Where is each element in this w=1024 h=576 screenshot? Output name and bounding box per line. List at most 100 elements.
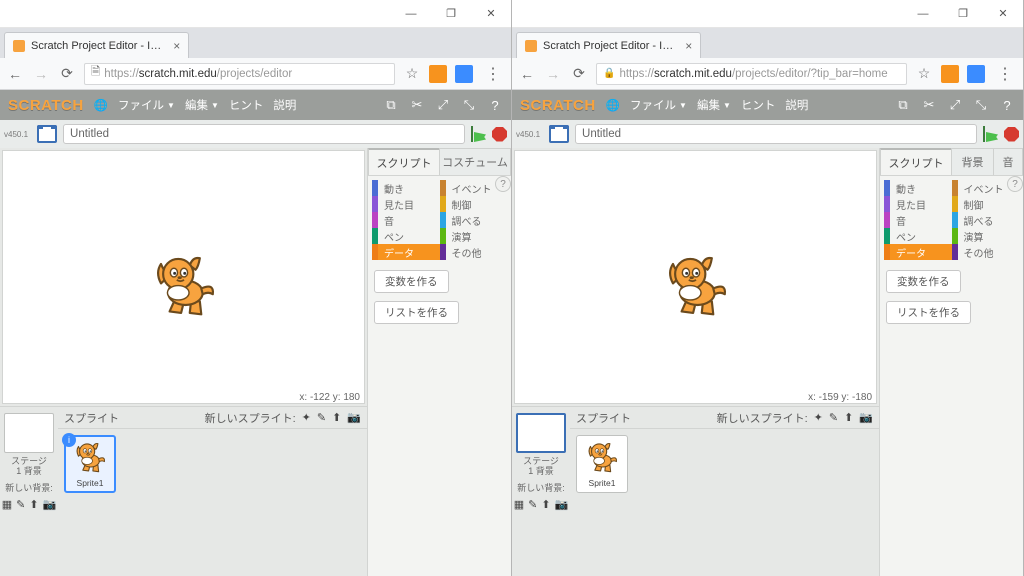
project-title-input[interactable]: Untitled (63, 124, 465, 144)
choose-backdrop-icon[interactable]: ▦ (2, 498, 12, 511)
upload-sprite-icon[interactable]: ⬆ (844, 411, 853, 424)
language-globe-icon[interactable]: 🌐 (606, 98, 620, 112)
cat-operators[interactable]: 演算 (952, 228, 1020, 244)
make-variable-button[interactable]: 変数を作る (886, 270, 961, 293)
stamp-tool-icon[interactable]: ⧉ (895, 97, 911, 113)
shrink-tool-icon[interactable]: ⤡ (973, 97, 989, 113)
bookmark-star-icon[interactable]: ☆ (403, 65, 421, 83)
extension-icon[interactable] (941, 65, 959, 83)
cat-operators[interactable]: 演算 (440, 228, 508, 244)
cat-data[interactable]: データ (372, 244, 440, 260)
shrink-tool-icon[interactable]: ⤡ (461, 97, 477, 113)
cat-data[interactable]: データ (884, 244, 952, 260)
chrome-menu-icon[interactable]: ⋮ (481, 64, 505, 84)
tab-close-icon[interactable]: × (173, 39, 180, 53)
camera-sprite-icon[interactable]: 📷 (347, 411, 361, 424)
camera-backdrop-icon[interactable]: 📷 (43, 498, 57, 511)
cat-sound[interactable]: 音 (372, 212, 440, 228)
block-help-icon[interactable]: ? (1007, 176, 1023, 192)
sprite-info-icon[interactable]: i (62, 433, 76, 447)
bookmark-star-icon[interactable]: ☆ (915, 65, 933, 83)
reload-icon[interactable]: ⟳ (570, 65, 588, 83)
tab-sounds[interactable]: 音 (993, 148, 1023, 175)
cat-more[interactable]: その他 (952, 244, 1020, 260)
extension-icon[interactable] (455, 65, 473, 83)
upload-backdrop-icon[interactable]: ⬆ (541, 498, 550, 511)
back-icon[interactable]: ← (518, 65, 536, 83)
make-list-button[interactable]: リストを作る (374, 301, 459, 324)
stage-thumbnail-selected[interactable] (516, 413, 566, 453)
paint-sprite-icon[interactable]: ✎ (829, 411, 838, 424)
menu-hint[interactable]: ヒント (229, 97, 264, 113)
tab-scripts[interactable]: スクリプト (880, 148, 951, 175)
address-bar[interactable]: 🔒 https://scratch.mit.edu/projects/edito… (596, 63, 907, 85)
os-close-button[interactable]: ✕ (983, 0, 1023, 28)
camera-backdrop-icon[interactable]: 📷 (555, 498, 569, 511)
menu-edit[interactable]: 編集▼ (697, 97, 731, 113)
fullscreen-icon[interactable] (549, 125, 569, 143)
make-list-button[interactable]: リストを作る (886, 301, 971, 324)
browser-tab[interactable]: Scratch Project Editor - I… × (4, 32, 189, 58)
menu-about[interactable]: 説明 (785, 97, 808, 113)
os-maximize-button[interactable]: ❐ (431, 0, 471, 28)
sprite-on-stage[interactable] (148, 251, 220, 323)
tab-backdrops[interactable]: 背景 (951, 148, 993, 175)
paint-backdrop-icon[interactable]: ✎ (528, 498, 537, 511)
scratch-logo[interactable]: SCRATCH (8, 97, 84, 114)
camera-sprite-icon[interactable]: 📷 (859, 411, 873, 424)
choose-sprite-icon[interactable]: ✦ (814, 411, 823, 424)
paint-sprite-icon[interactable]: ✎ (317, 411, 326, 424)
scissors-tool-icon[interactable]: ✂ (921, 97, 937, 113)
grow-tool-icon[interactable]: ⤢ (435, 97, 451, 113)
make-variable-button[interactable]: 変数を作る (374, 270, 449, 293)
block-help-icon[interactable]: ? (495, 176, 511, 192)
cat-control[interactable]: 制御 (952, 196, 1020, 212)
stop-sign-icon[interactable] (492, 127, 507, 142)
cat-sound[interactable]: 音 (884, 212, 952, 228)
sprite-thumbnail[interactable]: Sprite1 (576, 435, 628, 493)
stage-thumbnail[interactable] (4, 413, 54, 453)
scissors-tool-icon[interactable]: ✂ (409, 97, 425, 113)
tab-costumes[interactable]: コスチューム (439, 148, 511, 175)
os-minimize-button[interactable]: — (391, 0, 431, 28)
upload-backdrop-icon[interactable]: ⬆ (29, 498, 38, 511)
choose-sprite-icon[interactable]: ✦ (302, 411, 311, 424)
cat-motion[interactable]: 動き (372, 180, 440, 196)
green-flag-icon[interactable] (983, 126, 998, 142)
grow-tool-icon[interactable]: ⤢ (947, 97, 963, 113)
stop-sign-icon[interactable] (1004, 127, 1019, 142)
stage[interactable]: x: -159 y: -180 (514, 150, 877, 404)
tab-scripts[interactable]: スクリプト (368, 148, 439, 175)
extension-icon[interactable] (429, 65, 447, 83)
cat-control[interactable]: 制御 (440, 196, 508, 212)
sprite-thumbnail-selected[interactable]: i Sprite1 (64, 435, 116, 493)
help-tool-icon[interactable]: ? (999, 97, 1015, 113)
menu-hint[interactable]: ヒント (741, 97, 776, 113)
extension-icon[interactable] (967, 65, 985, 83)
menu-about[interactable]: 説明 (273, 97, 296, 113)
green-flag-icon[interactable] (471, 126, 486, 142)
menu-file[interactable]: ファイル▼ (630, 97, 687, 113)
paint-backdrop-icon[interactable]: ✎ (16, 498, 25, 511)
cat-sensing[interactable]: 調べる (952, 212, 1020, 228)
sprite-on-stage[interactable] (660, 251, 732, 323)
reload-icon[interactable]: ⟳ (58, 65, 76, 83)
stage[interactable]: x: -122 y: 180 (2, 150, 365, 404)
back-icon[interactable]: ← (6, 65, 24, 83)
address-bar[interactable]: 🗎 https://scratch.mit.edu/projects/edito… (84, 63, 395, 85)
tab-close-icon[interactable]: × (685, 39, 692, 53)
choose-backdrop-icon[interactable]: ▦ (514, 498, 524, 511)
cat-sensing[interactable]: 調べる (440, 212, 508, 228)
upload-sprite-icon[interactable]: ⬆ (332, 411, 341, 424)
menu-file[interactable]: ファイル▼ (118, 97, 175, 113)
cat-pen[interactable]: ペン (884, 228, 952, 244)
scratch-logo[interactable]: SCRATCH (520, 97, 596, 114)
cat-motion[interactable]: 動き (884, 180, 952, 196)
os-minimize-button[interactable]: — (903, 0, 943, 28)
os-close-button[interactable]: ✕ (471, 0, 511, 28)
chrome-menu-icon[interactable]: ⋮ (993, 64, 1017, 84)
help-tool-icon[interactable]: ? (487, 97, 503, 113)
cat-pen[interactable]: ペン (372, 228, 440, 244)
menu-edit[interactable]: 編集▼ (185, 97, 219, 113)
cat-more[interactable]: その他 (440, 244, 508, 260)
